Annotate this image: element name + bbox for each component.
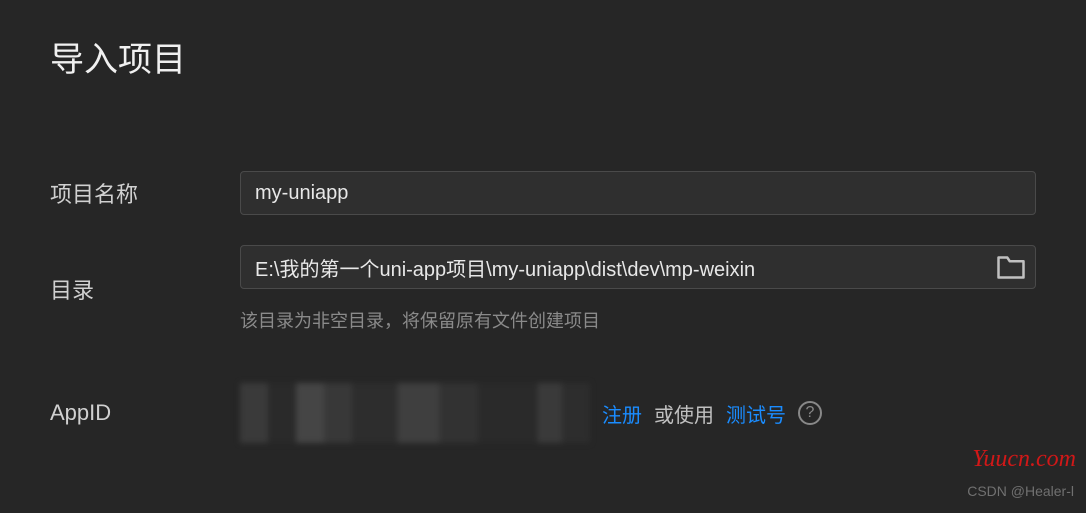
project-name-input[interactable]	[240, 171, 1036, 215]
dialog-title: 导入项目	[50, 32, 1036, 81]
attribution-text: CSDN @Healer-l	[967, 483, 1074, 499]
directory-helper-text: 该目录为非空目录，将保留原有文件创建项目	[240, 307, 1036, 333]
register-link[interactable]: 注册	[602, 399, 642, 428]
project-name-row: 项目名称	[50, 171, 1036, 215]
help-icon[interactable]: ?	[798, 401, 822, 425]
appid-label: AppID	[50, 400, 240, 426]
directory-label: 目录	[50, 273, 240, 305]
appid-row: AppID 注册 或使用 测试号 ?	[50, 383, 1036, 443]
browse-folder-button[interactable]	[996, 255, 1026, 279]
or-use-text: 或使用	[654, 399, 714, 428]
project-name-label: 项目名称	[50, 177, 240, 209]
test-account-link[interactable]: 测试号	[726, 399, 786, 428]
watermark-text: Yuucn.com	[972, 446, 1076, 473]
folder-icon	[996, 255, 1026, 280]
appid-redacted-value	[240, 383, 590, 443]
directory-input[interactable]	[240, 245, 1036, 289]
directory-row: 目录 该目录为非空目录，将保留原有文件创建项目	[50, 245, 1036, 333]
